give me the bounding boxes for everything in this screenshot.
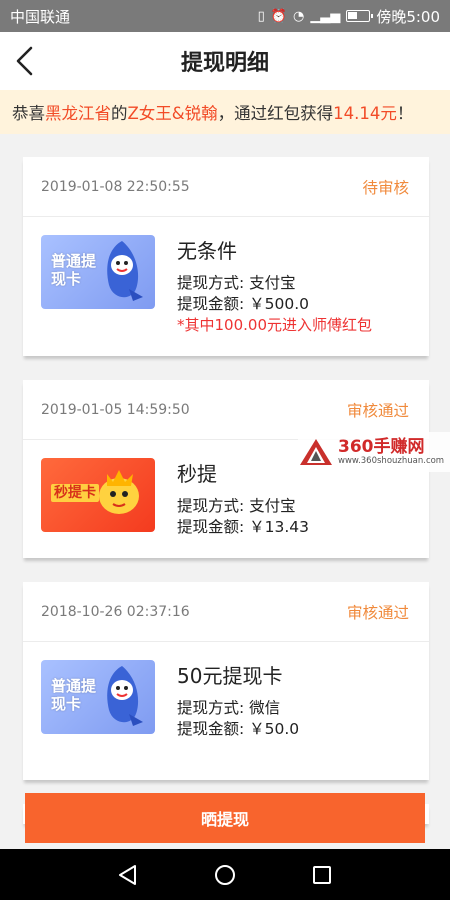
record-amount: 提现金额: ￥13.43 — [177, 518, 310, 536]
record-name: 秒提 — [177, 462, 217, 486]
withdraw-card-image: 秒提卡 — [41, 458, 155, 532]
withdrawal-list: 2019-01-08 22:50:55 待审核 普通提现卡 无条件 提现方式: … — [23, 157, 429, 848]
battery-icon — [346, 10, 374, 22]
record-header: 2019-01-05 14:59:50 审核通过 — [23, 380, 429, 440]
record-time: 2019-01-08 22:50:55 — [41, 178, 190, 195]
record-name: 50元提现卡 — [177, 664, 283, 688]
shark-mascot-icon — [107, 666, 143, 726]
record-info: 50元提现卡 提现方式: 微信 提现金额: ￥50.0 — [177, 660, 299, 760]
clock-label: 傍晚5:00 — [376, 7, 440, 26]
withdrawal-record[interactable]: 2018-10-26 02:37:16 审核通过 普通提现卡 50元提现卡 提现… — [23, 582, 429, 780]
share-withdrawal-button[interactable]: 晒提现 — [25, 793, 425, 843]
record-amount: 提现金额: ￥50.0 — [177, 720, 300, 738]
card-image-label: 普通提现卡 — [51, 677, 97, 713]
recents-square-icon[interactable] — [311, 864, 333, 886]
watermark-url: www.360shouzhuan.com — [338, 456, 445, 466]
record-time: 2018-10-26 02:37:16 — [41, 603, 190, 620]
withdraw-card-image: 普通提现卡 — [41, 660, 155, 734]
notice-user: Z女王&锐翰 — [127, 104, 218, 123]
record-info: 无条件 提现方式: 支付宝 提现金额: ￥500.0 *其中100.00元进入师… — [177, 235, 372, 336]
record-method: 提现方式: 支付宝 — [177, 497, 296, 515]
withdraw-card-image: 普通提现卡 — [41, 235, 155, 309]
notice-suffix: ！ — [396, 104, 414, 123]
record-name: 无条件 — [177, 239, 237, 263]
record-method: 提现方式: 微信 — [177, 699, 281, 717]
notice-amount: 14.14元 — [333, 104, 397, 123]
vibrate-icon: ▯ — [257, 8, 265, 24]
withdrawal-record[interactable]: 2019-01-08 22:50:55 待审核 普通提现卡 无条件 提现方式: … — [23, 157, 429, 356]
back-triangle-icon[interactable] — [117, 864, 139, 886]
notice-mid1: 的 — [111, 104, 128, 123]
record-method: 提现方式: 支付宝 — [177, 274, 296, 292]
back-button[interactable] — [8, 42, 42, 80]
notice-prefix: 恭喜 — [12, 104, 45, 123]
alarm-icon: ⏰ — [270, 8, 287, 24]
card-image-label: 普通提现卡 — [51, 252, 97, 288]
watermark: 360手赚网 www.360shouzhuan.com — [298, 432, 450, 472]
record-body: 普通提现卡 无条件 提现方式: 支付宝 提现金额: ￥500.0 *其中100.… — [23, 217, 429, 356]
card-image-label: 秒提卡 — [51, 484, 99, 502]
record-body: 普通提现卡 50元提现卡 提现方式: 微信 提现金额: ￥50.0 — [23, 642, 429, 780]
record-note: *其中100.00元进入师傅红包 — [177, 316, 372, 334]
home-circle-icon[interactable] — [214, 864, 236, 886]
record-status: 审核通过 — [346, 401, 409, 420]
fish-mascot-icon — [99, 470, 139, 514]
navigation-bar: 提现明细 — [0, 32, 450, 90]
watermark-text: 360手赚网 www.360shouzhuan.com — [338, 438, 444, 466]
record-time: 2019-01-05 14:59:50 — [41, 401, 190, 418]
record-info: 秒提 提现方式: 支付宝 提现金额: ￥13.43 — [177, 458, 309, 538]
notice-province: 黑龙江省 — [45, 104, 111, 123]
page-title: 提现明细 — [180, 51, 269, 76]
notice-banner: 恭喜 黑龙江省的 Z女王&锐翰 ，通过红包获得 14.14元！ — [0, 90, 450, 134]
record-status: 审核通过 — [346, 603, 409, 622]
notice-mid2: ，通过红包获得 — [217, 104, 334, 123]
signal-icon: ▁▃▅ — [310, 8, 341, 24]
status-bar: 中国联通 ▯ ⏰ ◔ ▁▃▅ 傍晚5:00 — [0, 0, 450, 32]
record-header: 2018-10-26 02:37:16 审核通过 — [23, 582, 429, 642]
record-amount: 提现金额: ￥500.0 — [177, 295, 310, 313]
carrier-label: 中国联通 — [10, 7, 71, 26]
shark-mascot-icon — [107, 241, 143, 301]
watermark-logo-icon — [300, 439, 332, 465]
back-arrow-icon — [16, 46, 33, 76]
wifi-icon: ◔ — [292, 8, 305, 24]
record-status: 待审核 — [362, 178, 409, 197]
watermark-name: 360手赚网 — [338, 437, 425, 457]
record-header: 2019-01-08 22:50:55 待审核 — [23, 157, 429, 217]
system-nav-bar — [0, 849, 450, 900]
